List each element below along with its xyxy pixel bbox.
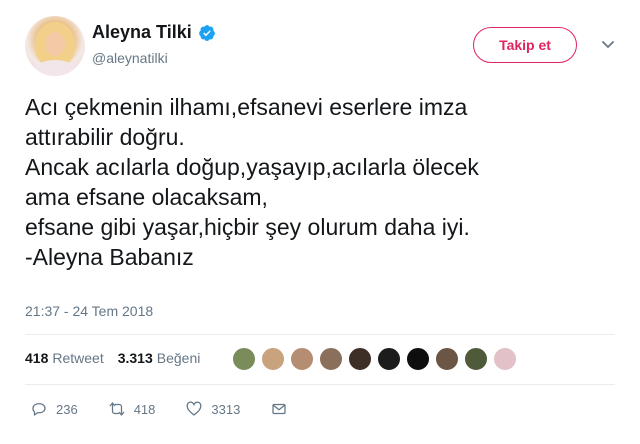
retweet-action-count: 418	[133, 401, 156, 417]
chevron-down-icon[interactable]	[600, 36, 616, 52]
verified-badge-icon	[198, 24, 215, 41]
tweet-line: ama efsane olacaksam,	[25, 184, 268, 210]
direct-message-action[interactable]	[270, 400, 296, 418]
liker-avatar[interactable]	[261, 347, 285, 371]
reply-icon	[32, 403, 46, 416]
retweet-stat[interactable]: 418 Retweet	[25, 350, 104, 366]
tweet-stats: 418 Retweet 3.313 Beğeni	[25, 350, 200, 366]
reply-action[interactable]: 236	[30, 400, 78, 418]
profile-avatar[interactable]	[25, 16, 85, 76]
liker-avatars	[232, 347, 522, 371]
liker-avatar[interactable]	[377, 347, 401, 371]
liker-avatar[interactable]	[319, 347, 343, 371]
avatar-body	[33, 60, 77, 76]
tweet-actions: 236 418 3313	[30, 400, 326, 418]
like-count: 3.313	[117, 350, 153, 366]
retweet-icon	[109, 402, 125, 416]
liker-avatar[interactable]	[232, 347, 256, 371]
tweet-timestamp[interactable]: 21:37 - 24 Tem 2018	[25, 303, 153, 319]
like-action[interactable]: 3313	[185, 400, 240, 418]
tweet-line: efsane gibi yaşar,hiçbir şey olurum daha…	[25, 214, 470, 240]
heart-icon	[186, 401, 202, 416]
liker-avatar[interactable]	[435, 347, 459, 371]
user-display-name[interactable]: Aleyna Tilki	[92, 22, 192, 43]
liker-avatar[interactable]	[290, 347, 314, 371]
tweet-line: Acı çekmenin ilhamı,efsanevi eserlere im…	[25, 94, 468, 120]
user-name-row: Aleyna Tilki	[92, 22, 216, 43]
tweet-line: -Aleyna Babanız	[25, 244, 194, 270]
reply-count: 236	[56, 401, 78, 417]
liker-avatar[interactable]	[348, 347, 372, 371]
divider	[25, 384, 615, 385]
retweet-action[interactable]: 418	[108, 400, 156, 418]
user-handle[interactable]: @aleynatilki	[92, 50, 168, 66]
like-action-count: 3313	[211, 401, 241, 417]
tweet-line: attırabilir doğru.	[25, 124, 185, 150]
tweet-line: Ancak acılarla doğup,yaşayıp,acılarla öl…	[25, 154, 479, 180]
retweet-label: Retweet	[52, 350, 104, 366]
avatar-face	[45, 32, 65, 56]
liker-avatar[interactable]	[406, 347, 430, 371]
liker-avatar[interactable]	[493, 347, 517, 371]
follow-button[interactable]: Takip et	[473, 27, 577, 63]
liker-avatar[interactable]	[464, 347, 488, 371]
retweet-count: 418	[25, 350, 49, 366]
like-label: Beğeni	[156, 350, 201, 366]
like-stat[interactable]: 3.313 Beğeni	[118, 350, 201, 366]
envelope-icon	[272, 403, 286, 415]
divider	[25, 334, 615, 335]
tweet-text: Acı çekmenin ilhamı,efsanevi eserlere im…	[25, 92, 625, 272]
